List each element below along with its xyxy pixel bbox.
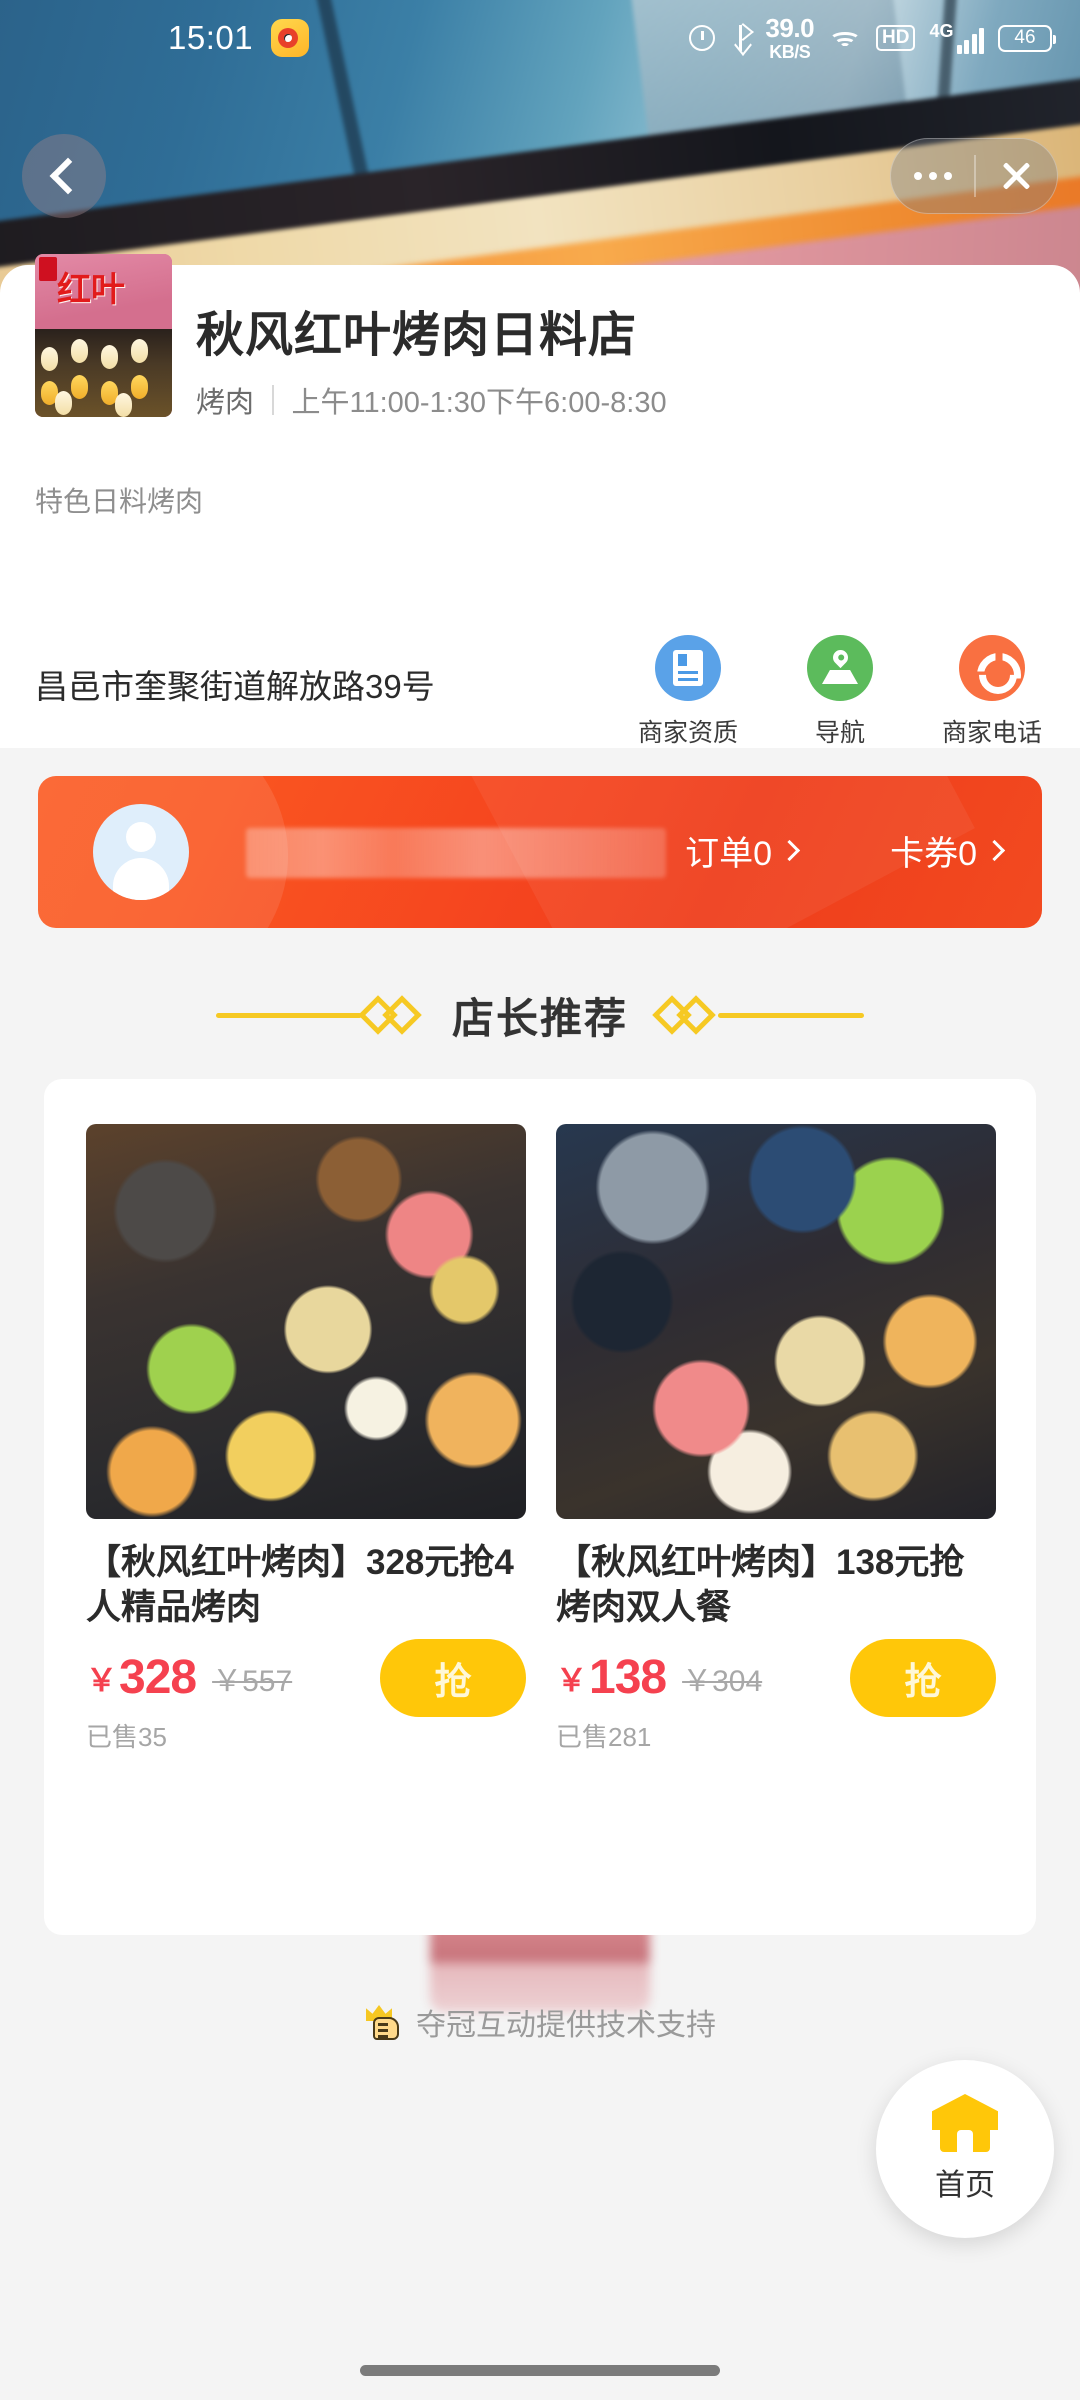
network-type-label: 4G xyxy=(929,21,954,41)
hd-icon: HD xyxy=(876,25,916,51)
recommended-products-card: 【秋风红叶烤肉】328元抢4人精品烤肉 ￥ 328 ￥557 抢 已售35 【秋… xyxy=(44,1079,1036,1935)
buy-button[interactable]: 抢 xyxy=(850,1638,996,1717)
action-call-merchant[interactable]: 商家电话 xyxy=(930,635,1054,749)
username-redacted xyxy=(246,828,666,878)
network-speed: 39.0 KB/S xyxy=(765,15,814,61)
back-button[interactable] xyxy=(22,134,106,218)
shop-action-row: 商家资质 导航 商家电话 xyxy=(626,635,1054,749)
bluetooth-icon xyxy=(729,23,755,56)
home-fab-button[interactable]: 首页 xyxy=(876,2060,1054,2238)
app-screen: 15:01 39.0 KB/S HD 4G 46 红叶 秋风红叶烤肉日料店 烤肉… xyxy=(0,0,1080,2400)
action-merchant-license[interactable]: 商家资质 xyxy=(626,635,750,749)
status-time: 15:01 xyxy=(168,19,254,56)
product-image[interactable] xyxy=(86,1124,526,1519)
coupons-label: 卡券0 xyxy=(890,835,977,873)
shop-info-panel: 秋风红叶烤肉日料店 烤肉 上午11:00-1:30下午6:00-8:30 特色日… xyxy=(0,254,1080,749)
product-sold-count: 已售281 xyxy=(556,1721,652,1752)
shop-category: 烤肉 xyxy=(196,387,255,419)
status-bar-left: 15:01 xyxy=(168,19,310,57)
crown-hand-icon xyxy=(364,2003,406,2041)
wifi-icon xyxy=(828,25,862,51)
orders-label: 订单0 xyxy=(685,835,772,873)
close-x-icon xyxy=(999,159,1033,193)
alarm-icon xyxy=(689,25,716,51)
phone-icon xyxy=(959,635,1025,701)
shop-sign xyxy=(35,254,172,329)
shop-address: 昌邑市奎聚街道解放路39号 xyxy=(35,668,435,705)
product-price-row: ￥ 138 ￥304 抢 xyxy=(556,1638,996,1717)
network-speed-unit: KB/S xyxy=(769,42,811,62)
window-capsule xyxy=(890,138,1058,214)
diamond-ornament-right xyxy=(652,993,718,1039)
product-item[interactable]: 【秋风红叶烤肉】328元抢4人精品烤肉 ￥ 328 ￥557 抢 已售35 xyxy=(86,1124,526,1754)
shop-hours: 上午11:00-1:30下午6:00-8:30 xyxy=(291,387,667,419)
diamond-ornament-left xyxy=(358,993,424,1039)
coupons-link[interactable]: 卡券0 xyxy=(890,826,1006,875)
product-title: 【秋风红叶烤肉】138元抢烤肉双人餐 xyxy=(556,1543,965,1627)
orders-link[interactable]: 订单0 xyxy=(685,826,801,875)
meta-divider xyxy=(272,385,274,415)
weibo-icon xyxy=(271,19,310,57)
shop-name: 秋风红叶烤肉日料店 xyxy=(196,309,638,362)
shop-facade xyxy=(35,328,172,417)
section-header-recommend: 店长推荐 xyxy=(0,985,1080,1046)
action-navigate[interactable]: 导航 xyxy=(778,635,902,749)
action-label-call: 商家电话 xyxy=(941,719,1042,747)
divider-line-left xyxy=(215,1013,362,1018)
shop-thumbnail[interactable] xyxy=(35,254,172,417)
gesture-navigation-bar[interactable] xyxy=(360,2365,720,2376)
status-bar-right: 39.0 KB/S HD 4G 46 xyxy=(689,15,1056,61)
product-list: 【秋风红叶烤肉】328元抢4人精品烤肉 ￥ 328 ￥557 抢 已售35 【秋… xyxy=(44,1079,1036,1754)
more-button[interactable] xyxy=(891,139,974,213)
user-avatar-icon xyxy=(93,804,189,900)
close-button[interactable] xyxy=(974,139,1057,213)
product-original-price: ￥304 xyxy=(682,1664,763,1698)
product-sold-count: 已售35 xyxy=(86,1721,167,1752)
divider-line-right xyxy=(718,1013,864,1018)
currency-symbol: ￥ xyxy=(86,1663,117,1699)
status-bar: 15:01 39.0 KB/S HD 4G 46 xyxy=(0,0,1080,76)
home-fab-label: 首页 xyxy=(935,2169,995,2202)
signal-bars-icon: 4G xyxy=(929,22,984,54)
product-price-row: ￥ 328 ￥557 抢 xyxy=(86,1638,526,1717)
product-image[interactable] xyxy=(556,1124,996,1519)
product-item[interactable]: 【秋风红叶烤肉】138元抢烤肉双人餐 ￥ 138 ￥304 抢 已售281 xyxy=(556,1124,996,1754)
map-pin-icon xyxy=(807,635,873,701)
back-chevron-icon xyxy=(49,157,87,195)
shop-tagline: 特色日料烤肉 xyxy=(35,486,204,517)
footer-credit: 夺冠互动提供技术支持 xyxy=(0,2000,1080,2044)
shop-meta: 烤肉 上午11:00-1:30下午6:00-8:30 xyxy=(196,379,667,421)
home-icon xyxy=(932,2094,998,2152)
chevron-right-icon xyxy=(778,839,801,862)
action-label-navigate: 导航 xyxy=(814,719,865,747)
product-original-price: ￥557 xyxy=(212,1664,293,1698)
more-dots-icon xyxy=(913,172,952,180)
footer-credit-text: 夺冠互动提供技术支持 xyxy=(416,2009,716,2042)
product-price: 328 xyxy=(119,1651,197,1705)
license-card-icon xyxy=(655,635,721,701)
action-label-license: 商家资质 xyxy=(637,719,738,747)
currency-symbol: ￥ xyxy=(556,1663,587,1699)
battery-icon: 46 xyxy=(998,24,1056,52)
section-title-text: 店长推荐 xyxy=(451,995,628,1042)
network-speed-value: 39.0 xyxy=(765,13,815,43)
buy-button[interactable]: 抢 xyxy=(380,1638,526,1717)
product-title: 【秋风红叶烤肉】328元抢4人精品烤肉 xyxy=(86,1543,514,1627)
chevron-right-icon xyxy=(983,839,1006,862)
product-price: 138 xyxy=(589,1651,667,1705)
user-account-bar[interactable]: 订单0 卡券0 xyxy=(38,776,1042,928)
